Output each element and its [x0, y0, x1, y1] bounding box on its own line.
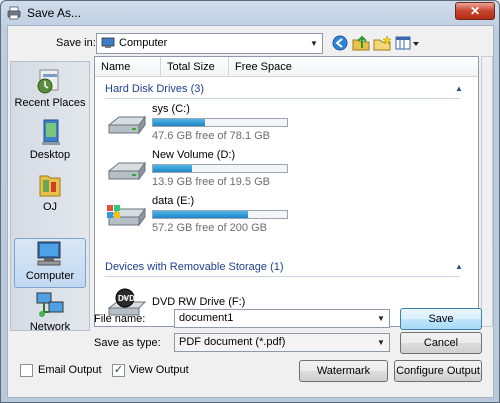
drive-c[interactable]: sys (C:) 47.6 GB free of 78.1 GB — [105, 103, 365, 147]
user-folder-icon — [39, 175, 61, 197]
file-name-input[interactable]: document1 ▼ — [174, 309, 390, 328]
place-desktop[interactable]: Desktop — [14, 118, 86, 166]
chevron-down-icon[interactable]: ▼ — [373, 310, 389, 327]
column-header-total-size[interactable]: Total Size — [161, 57, 229, 77]
place-label: Recent Places — [14, 97, 86, 109]
email-output-label[interactable]: Email Output — [38, 364, 102, 376]
place-oj[interactable]: OJ — [14, 170, 86, 218]
new-folder-icon[interactable] — [372, 34, 392, 52]
checkmark-icon: ✓ — [113, 364, 124, 376]
view-output-checkbox[interactable]: ✓ — [112, 364, 125, 377]
file-list[interactable]: Name Total Size Free Space Hard Disk Dri… — [94, 56, 479, 327]
save-as-type-value: PDF document (*.pdf) — [179, 336, 286, 348]
save-as-type-dropdown[interactable]: PDF document (*.pdf) ▼ — [174, 333, 390, 352]
save-in-value: Computer — [119, 37, 168, 49]
vertical-scrollbar[interactable] — [481, 56, 493, 327]
close-button[interactable]: ✕ — [455, 2, 495, 20]
printer-app-icon — [7, 6, 21, 20]
cancel-button[interactable]: Cancel — [400, 332, 482, 354]
drive-usage-bar — [152, 118, 288, 127]
drive-usage-bar — [152, 164, 288, 173]
place-label: Desktop — [29, 149, 71, 161]
drive-usage-fill — [153, 119, 206, 126]
save-in-dropdown[interactable]: Computer ▼ — [96, 33, 323, 54]
place-label: Computer — [25, 270, 75, 282]
group-divider — [105, 98, 460, 99]
email-output-checkbox[interactable] — [20, 364, 33, 377]
drive-free-space: 57.2 GB free of 200 GB — [152, 222, 267, 234]
computer-small-icon — [101, 37, 115, 48]
group-divider — [105, 276, 460, 277]
views-menu-icon[interactable] — [394, 34, 420, 52]
drive-e[interactable]: data (E:) 57.2 GB free of 200 GB — [105, 195, 365, 239]
place-recent-places[interactable]: Recent Places — [14, 66, 86, 114]
computer-icon — [37, 241, 61, 266]
file-name-label: File name: — [94, 313, 146, 325]
drive-name: DVD RW Drive (F:) — [152, 296, 246, 308]
drive-usage-bar — [152, 210, 288, 219]
up-folder-icon[interactable] — [351, 34, 371, 52]
title-bar[interactable]: Save As... ✕ — [1, 1, 499, 25]
drive-usage-fill — [153, 211, 249, 218]
drive-usage-fill — [153, 165, 192, 172]
view-output-label[interactable]: View Output — [129, 364, 189, 376]
back-icon[interactable] — [330, 34, 350, 52]
place-computer[interactable]: Computer — [14, 238, 86, 288]
watermark-button[interactable]: Watermark — [299, 360, 388, 382]
save-as-type-label: Save as type: — [94, 337, 161, 349]
group-title-removable[interactable]: Devices with Removable Storage (1) — [105, 261, 284, 273]
drive-name: sys (C:) — [152, 103, 190, 115]
drive-name: New Volume (D:) — [152, 149, 236, 161]
place-label: Network — [29, 321, 71, 333]
configure-output-button[interactable]: Configure Output — [394, 360, 482, 382]
collapse-chevron-icon[interactable]: ▲ — [455, 262, 463, 271]
hard-drive-icon — [107, 161, 146, 181]
dvd-badge: DVD — [118, 294, 135, 303]
drive-name: data (E:) — [152, 195, 195, 207]
place-label: OJ — [42, 201, 58, 213]
places-bar: Recent Places Desktop OJ Computer Networ… — [10, 61, 90, 333]
chevron-down-icon: ▼ — [377, 338, 385, 347]
file-name-value: document1 — [179, 312, 234, 324]
hard-drive-windows-icon — [107, 205, 146, 227]
drive-d[interactable]: New Volume (D:) 13.9 GB free of 19.5 GB — [105, 149, 365, 193]
recent-places-icon — [37, 69, 59, 94]
group-title-hard-disks[interactable]: Hard Disk Drives (3) — [105, 83, 204, 95]
save-as-dialog: Save As... ✕ Save in: Computer ▼ Recent … — [0, 0, 500, 403]
window-title: Save As... — [27, 6, 82, 20]
network-icon — [36, 292, 64, 317]
column-header-free-space[interactable]: Free Space — [229, 57, 478, 77]
column-header-name[interactable]: Name — [95, 57, 161, 77]
dialog-body: Save in: Computer ▼ Recent Places Deskto… — [7, 25, 494, 398]
drive-free-space: 13.9 GB free of 19.5 GB — [152, 176, 271, 188]
hard-drive-icon — [107, 115, 146, 135]
place-network[interactable]: Network — [14, 290, 86, 338]
drive-free-space: 47.6 GB free of 78.1 GB — [152, 130, 271, 142]
save-button[interactable]: Save — [400, 308, 482, 330]
chevron-down-icon: ▼ — [310, 39, 318, 48]
close-icon: ✕ — [469, 4, 481, 18]
desktop-icon — [42, 119, 60, 145]
collapse-chevron-icon[interactable]: ▲ — [455, 84, 463, 93]
save-in-label: Save in: — [56, 37, 96, 49]
